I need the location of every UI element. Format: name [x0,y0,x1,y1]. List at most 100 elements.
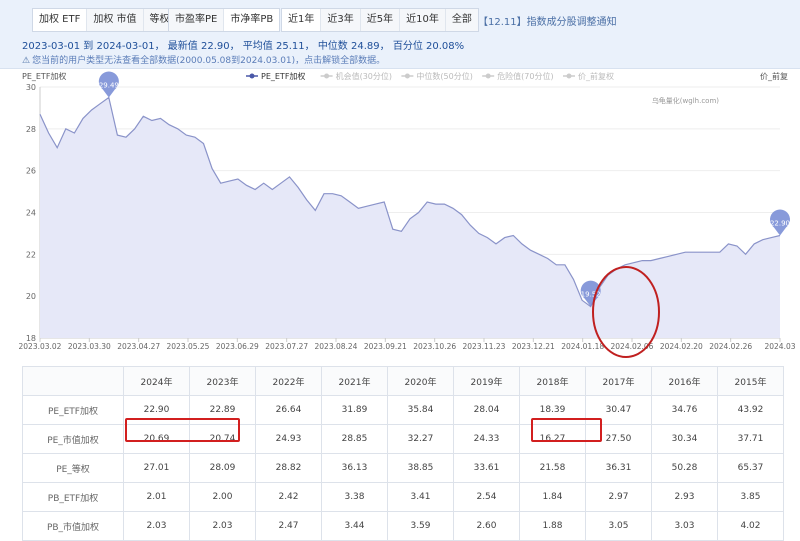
table-cell: 3.85 [717,482,784,512]
legend-label: PE_ETF加权 [261,71,305,81]
table-cell: 2.47 [255,511,322,541]
toolbar-panel: 加权 ETF 加权 市值 等权 市盈率PE 市净率PB 近1年 近3年 近5年 … [0,0,800,69]
x-tick-label: 2024.02.20 [660,342,703,351]
table-cell: 2.97 [585,482,652,512]
table-cell: 2.42 [255,482,322,512]
table-row: PB_ETF加权 2.01 2.00 2.42 3.38 3.41 2.54 1… [22,482,784,512]
table-header-row: 2024年 2023年 2022年 2021年 2020年 2019年 2018… [22,366,784,396]
table-cell: 32.27 [387,424,454,454]
x-tick-label: 2024.01.18 [561,342,604,351]
table-header-cell: 2023年 [189,366,256,396]
avg-value: 25.11 [275,41,305,52]
y-axis-title-right: 价_前复 [760,71,788,81]
x-tick-label: 2023.03.30 [68,342,111,351]
tab-etf-weighted[interactable]: 加权 ETF [33,9,88,31]
median-label: 中位数 [317,41,348,52]
row-label: PE_等权 [22,453,124,483]
period-group: 近1年 近3年 近5年 近10年 全部 [281,8,479,32]
x-axis-ticks: 2023.03.02 2023.03.30 2023.04.27 2023.05.25… [19,338,796,351]
chart-legend: PE_ETF加权 机会值(30分位) 中位数(50分位) 危险值(70分位) 价_前复权 [246,71,614,81]
table-cell: 4.02 [717,511,784,541]
x-tick-label: 2023.09.21 [364,342,407,351]
highlight-box-pe-cap-2018 [531,418,602,442]
table-cell: 2.00 [189,482,256,512]
table-header-cell: 2018年 [519,366,586,396]
x-tick-label: 2023.11.23 [463,342,506,351]
table-header-cell: 2020年 [387,366,454,396]
legend-dot [324,73,330,79]
table-row: PE_等权 27.01 28.09 28.82 36.13 38.85 33.6… [22,453,784,483]
stats-line: 2023-03-01 到 2024-03-01， 最新值 22.90， 平均值 … [22,41,465,52]
value-marker-label: 29.49 [99,81,119,89]
table-cell: 3.41 [387,482,454,512]
table-header-cell: 2019年 [453,366,520,396]
unlock-notice[interactable]: ⚠ 您当前的用户类型无法查看全部数据(2000.05.08到2024.03.01)… [22,53,385,66]
tab-10y[interactable]: 近10年 [400,9,446,31]
table-cell: 50.28 [651,453,718,483]
highlight-box-pe-cap-2024-2023 [125,418,240,442]
table-cell: 2.03 [189,511,256,541]
latest-value: 22.90 [200,41,230,52]
legend-label: 危险值(70分位) [497,71,553,81]
table-cell: 3.03 [651,511,718,541]
value-marker-label: 22.90 [770,220,790,228]
x-tick-label: 2023.05.25 [167,342,210,351]
legend-dot [404,73,410,79]
table-cell: 2.93 [651,482,718,512]
warning-icon: ⚠ [22,56,31,66]
table-cell: 2.01 [123,482,190,512]
table-cell: 2.03 [123,511,190,541]
table-cell: 28.09 [189,453,256,483]
y-tick-label: 26 [26,167,36,176]
row-label: PB_市值加权 [22,511,124,541]
y-tick-label: 28 [26,125,36,134]
x-tick-label: 2023.06.29 [216,342,259,351]
table-cell: 1.84 [519,482,586,512]
metric-group: 市盈率PE 市净率PB [168,8,281,32]
x-tick-label: 2024.02.26 [709,342,752,351]
table-cell: 1.88 [519,511,586,541]
notice-link[interactable]: 【12.11】指数成分股调整通知 [478,13,617,28]
table-cell: 37.71 [717,424,784,454]
valuation-table: 2024年 2023年 2022年 2021年 2020年 2019年 2018… [22,366,784,541]
tab-pe[interactable]: 市盈率PE [169,9,225,31]
row-label: PE_市值加权 [22,424,124,454]
table-cell: 3.44 [321,511,388,541]
x-tick-label: 2024.03 [764,342,795,351]
legend-dot [485,73,491,79]
tab-all[interactable]: 全部 [446,9,478,31]
tab-1y[interactable]: 近1年 [282,9,322,31]
table-cell: 3.38 [321,482,388,512]
table-cell: 2.54 [453,482,520,512]
x-tick-label: 2023.03.02 [19,342,62,351]
percentile-value: 20.08% [426,41,465,52]
legend-label: 价_前复权 [578,71,614,81]
watermark: 乌龟量化(wglh.com) [652,96,719,105]
table-cell: 34.76 [651,395,718,425]
latest-label: 最新值 [167,41,198,52]
table-cell: 24.33 [453,424,520,454]
table-header-cell: 2022年 [255,366,322,396]
pe-chart: PE_ETF加权 价_前复 PE_ETF加权 机会值(30分位) 中位数(50分位)… [19,71,796,358]
avg-label: 平均值 [242,41,273,52]
table-cell: 30.34 [651,424,718,454]
table-header-cell: 2017年 [585,366,652,396]
table-cell: 33.61 [453,453,520,483]
tab-pb[interactable]: 市净率PB [224,9,280,31]
table-cell: 27.01 [123,453,190,483]
table-header-cell: 2024年 [123,366,190,396]
table-cell: 36.13 [321,453,388,483]
row-label: PE_ETF加权 [22,395,124,425]
percentile-label: 百分位 [392,41,423,52]
y-axis-ticks: 30282624222018 [26,83,36,343]
x-tick-label: 2023.08.24 [315,342,358,351]
table-header-cell: 2016年 [651,366,718,396]
table-cell: 35.84 [387,395,454,425]
table-header-cell: 2015年 [717,366,784,396]
date-range: 2023-03-01 到 2024-03-01 [22,41,155,52]
legend-dot [566,73,572,79]
legend-dot [249,73,255,79]
tab-cap-weighted[interactable]: 加权 市值 [87,9,144,31]
tab-3y[interactable]: 近3年 [321,9,361,31]
tab-5y[interactable]: 近5年 [361,9,401,31]
